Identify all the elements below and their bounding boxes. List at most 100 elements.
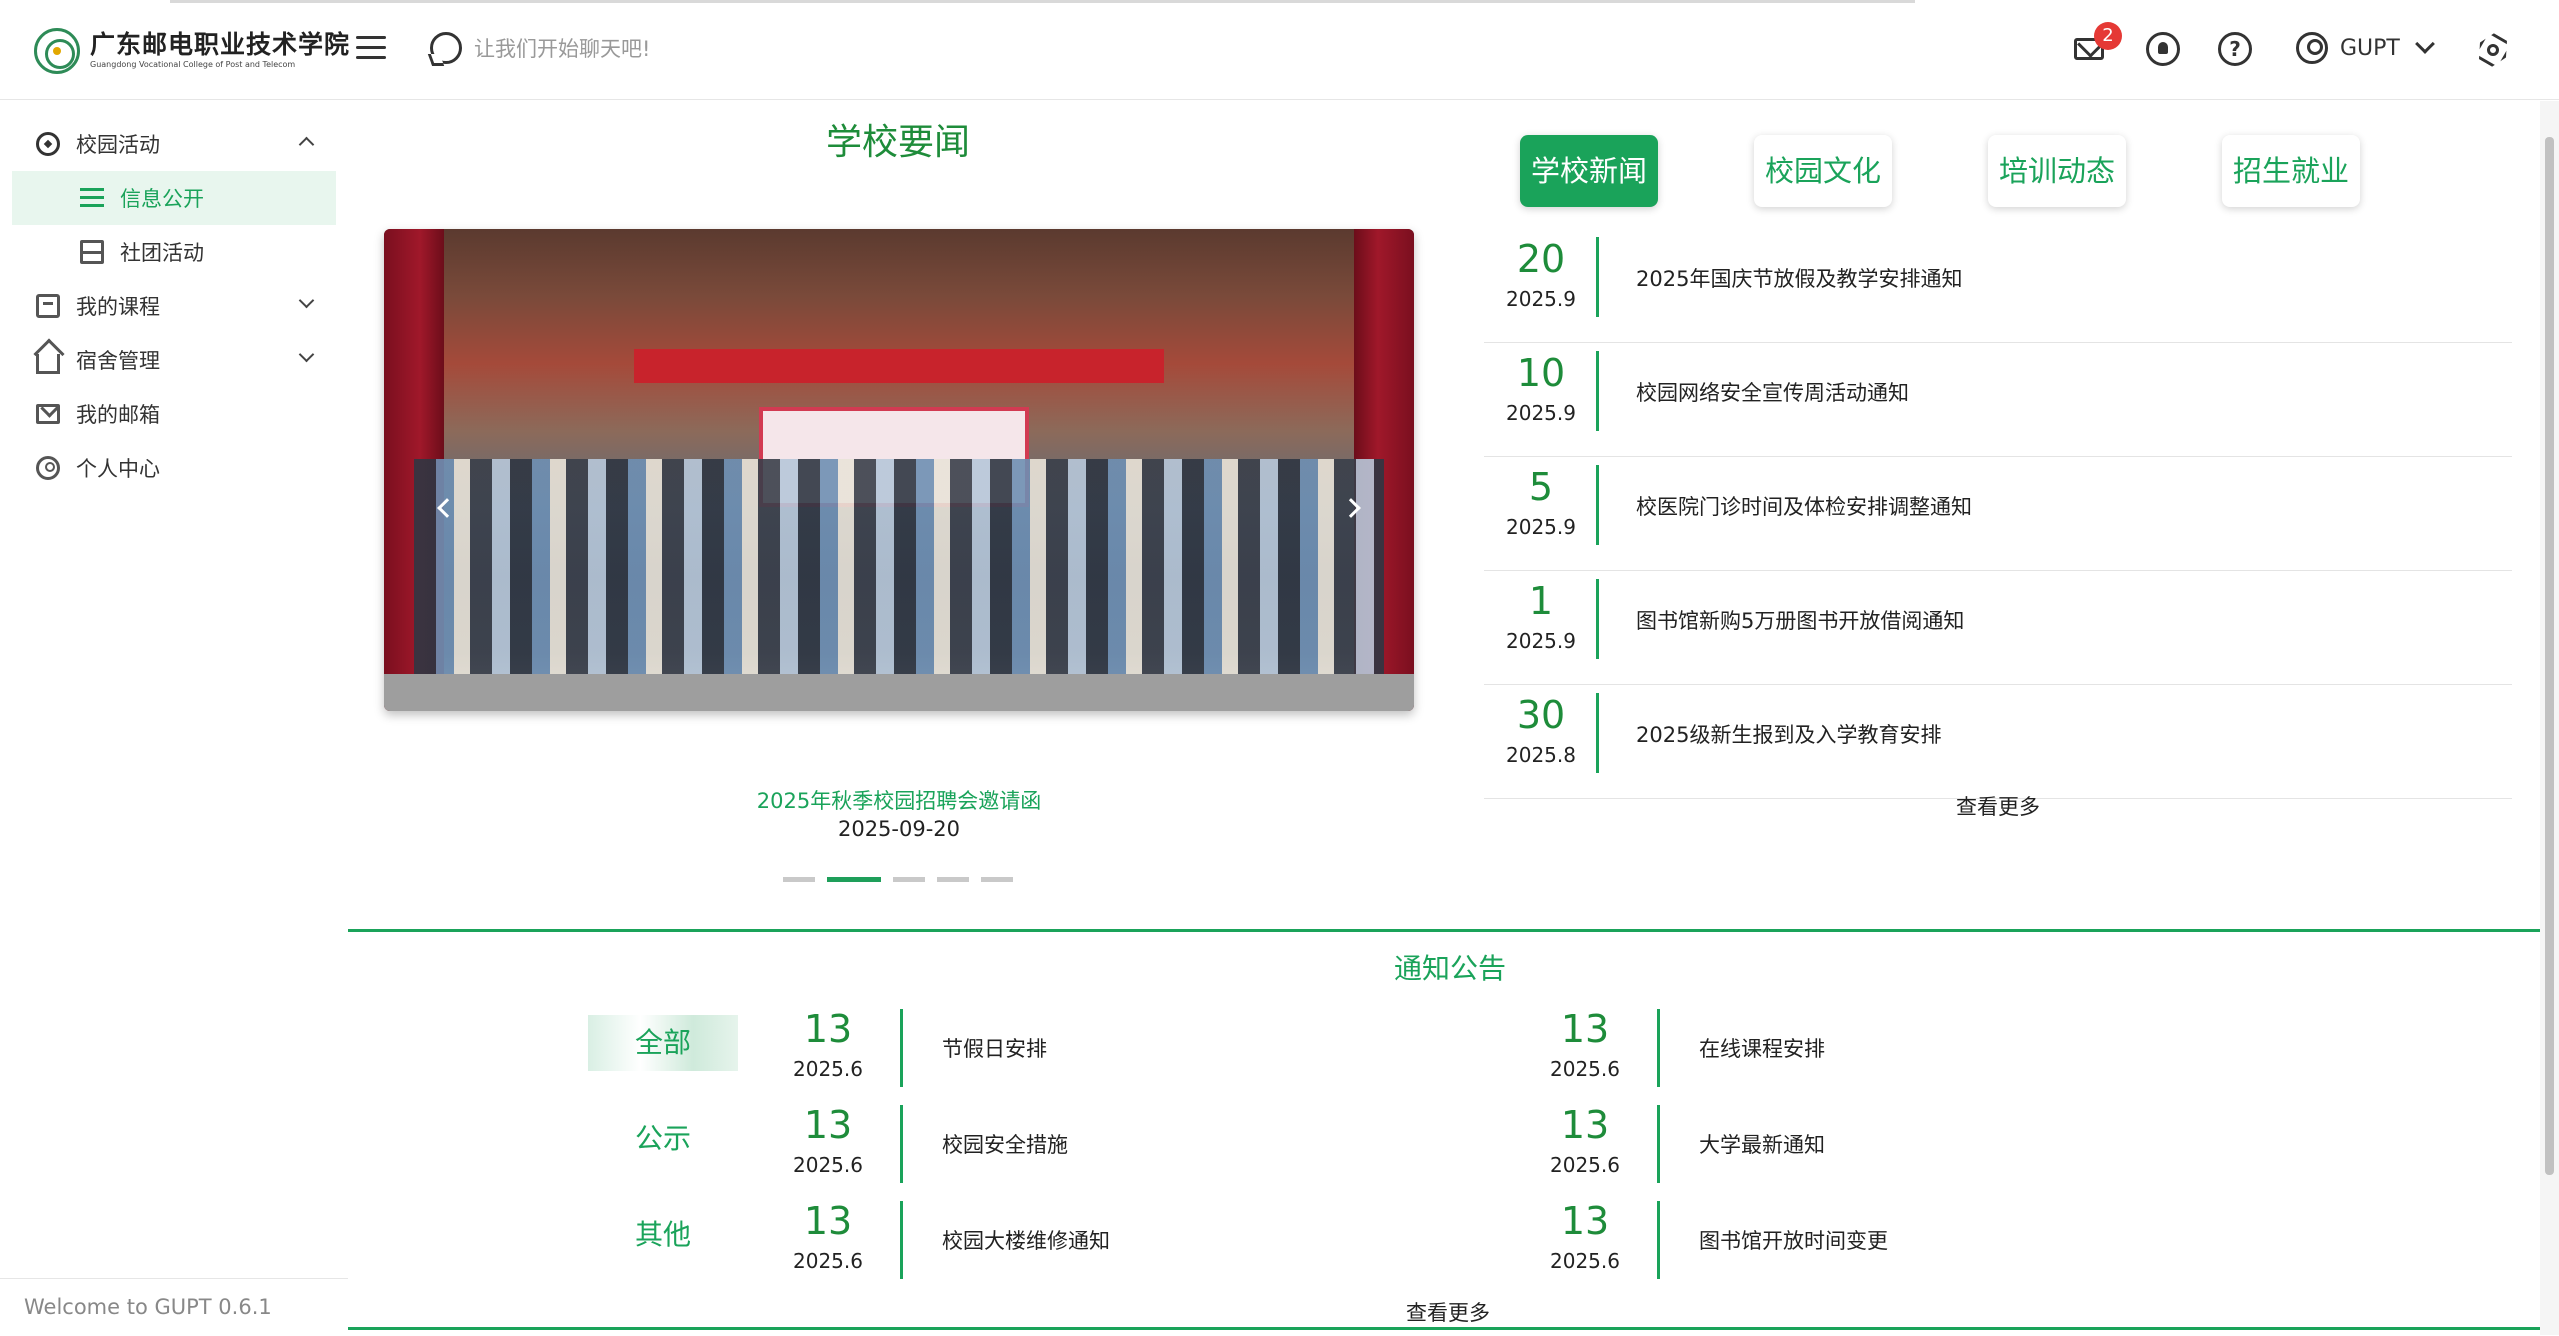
carousel-caption-title[interactable]: 2025年秋季校园招聘会邀请函: [384, 785, 1414, 815]
notice-title[interactable]: 校园安全措施: [942, 1129, 1068, 1159]
sidebar-item-mailbox[interactable]: 我的邮箱: [12, 387, 336, 441]
sidebar-item-campus-activities[interactable]: 校园活动: [12, 117, 336, 171]
list-item[interactable]: 5 2025.9 校医院门诊时间及体检安排调整通知: [1484, 457, 2512, 571]
help-icon[interactable]: ?: [2218, 32, 2252, 66]
page-scrollbar[interactable]: [2540, 101, 2559, 1335]
sidebar-item-info-disclosure[interactable]: 信息公开: [12, 171, 336, 225]
list-item[interactable]: 13 2025.6 校园安全措施: [778, 1103, 1478, 1185]
board-icon: [80, 240, 104, 264]
notice-day: 13: [1560, 1199, 1610, 1243]
tab-training[interactable]: 培训动态: [1988, 135, 2126, 207]
notice-title[interactable]: 在线课程安排: [1699, 1033, 1825, 1063]
notice-title[interactable]: 图书馆开放时间变更: [1699, 1225, 1888, 1255]
carousel-dot-active[interactable]: [827, 877, 881, 882]
notice-title[interactable]: 校园大楼维修通知: [942, 1225, 1110, 1255]
tab-school-news[interactable]: 学校新闻: [1520, 135, 1658, 207]
compass-icon: [36, 132, 60, 156]
scrollbar-thumb[interactable]: [2545, 137, 2554, 1175]
main-content: 学校要闻 2025年秋季校园招聘会邀请函 2025-09-20 学校新闻 校园文…: [348, 101, 2540, 1335]
menu-icon[interactable]: [356, 36, 386, 62]
list-item[interactable]: 20 2025.9 2025年国庆节放假及教学安排通知: [1484, 229, 2512, 343]
sidebar: 校园活动 信息公开 社团活动 我的课程 宿舍管理 我的邮箱 个人中心 Welco…: [0, 101, 348, 1335]
news-title[interactable]: 2025级新生报到及入学教育安排: [1636, 719, 1941, 749]
chevron-down-icon: [298, 292, 315, 309]
tab-admissions[interactable]: 招生就业: [2222, 135, 2360, 207]
list-item[interactable]: 13 2025.6 大学最新通知: [1535, 1103, 2235, 1185]
chevron-down-icon: [298, 346, 315, 363]
chat-icon: [430, 32, 462, 64]
list-item[interactable]: 30 2025.8 2025级新生报到及入学教育安排: [1484, 685, 2512, 799]
notice-title[interactable]: 节假日安排: [942, 1033, 1047, 1063]
news-more-link[interactable]: 查看更多: [1956, 791, 2040, 821]
news-list: 20 2025.9 2025年国庆节放假及教学安排通知 10 2025.9 校园…: [1484, 229, 2512, 799]
tab-campus-culture[interactable]: 校园文化: [1754, 135, 1892, 207]
carousel-dot[interactable]: [937, 877, 969, 882]
chat-placeholder: 让我们开始聊天吧!: [474, 37, 651, 61]
notice-year-month: 2025.6: [793, 1249, 863, 1273]
notice-year-month: 2025.6: [1550, 1153, 1620, 1177]
carousel-dot[interactable]: [783, 877, 815, 882]
notice-category-all[interactable]: 全部: [588, 1015, 738, 1071]
sidebar-item-label: 宿舍管理: [76, 349, 160, 373]
mail-icon[interactable]: 2: [2074, 22, 2122, 66]
notice-year-month: 2025.6: [1550, 1057, 1620, 1081]
list-item[interactable]: 1 2025.9 图书馆新购5万册图书开放借阅通知: [1484, 571, 2512, 685]
chevron-down-icon: [2414, 34, 2435, 54]
github-icon[interactable]: [2146, 32, 2180, 66]
book-icon: [36, 294, 60, 318]
notice-day: 13: [803, 1199, 853, 1243]
notice-day: 13: [1560, 1007, 1610, 1051]
chat-entry[interactable]: 让我们开始聊天吧!: [430, 32, 650, 64]
list-item[interactable]: 13 2025.6 图书馆开放时间变更: [1535, 1199, 2235, 1281]
notice-category-public[interactable]: 公示: [588, 1111, 738, 1167]
notice-year-month: 2025.6: [1550, 1249, 1620, 1273]
sidebar-item-label: 个人中心: [76, 457, 160, 481]
person-icon: [36, 456, 60, 480]
sidebar-item-label: 校园活动: [76, 133, 160, 157]
carousel-dot[interactable]: [893, 877, 925, 882]
sidebar-item-label: 社团活动: [120, 241, 204, 265]
chevron-up-icon: [298, 136, 315, 153]
school-news-title: 学校要闻: [826, 122, 971, 163]
user-icon: [2296, 32, 2328, 64]
mail-badge: 2: [2094, 22, 2122, 50]
notice-category-other[interactable]: 其他: [588, 1207, 738, 1263]
college-logo[interactable]: 广东邮电职业技术学院 Guangdong Vocational College …: [34, 26, 350, 76]
notice-day: 13: [1560, 1103, 1610, 1147]
carousel-dot[interactable]: [981, 877, 1013, 882]
news-carousel[interactable]: [384, 229, 1414, 711]
list-icon: [80, 186, 104, 210]
news-year-month: 2025.8: [1506, 743, 1576, 767]
notices-more-link[interactable]: 查看更多: [1406, 1297, 1490, 1327]
user-menu[interactable]: GUPT: [2296, 32, 2435, 64]
notice-year-month: 2025.6: [793, 1153, 863, 1177]
news-title[interactable]: 2025年国庆节放假及教学安排通知: [1636, 263, 1962, 293]
news-title[interactable]: 校园网络安全宣传周活动通知: [1636, 377, 1909, 407]
carousel-photo-crowd: [414, 459, 1384, 689]
sidebar-item-dorm[interactable]: 宿舍管理: [12, 333, 336, 387]
sidebar-item-courses[interactable]: 我的课程: [12, 279, 336, 333]
news-title[interactable]: 图书馆新购5万册图书开放借阅通知: [1636, 605, 1964, 635]
news-day: 20: [1516, 237, 1566, 281]
sidebar-item-profile[interactable]: 个人中心: [12, 441, 336, 495]
notice-title[interactable]: 大学最新通知: [1699, 1129, 1825, 1159]
sidebar-item-label: 信息公开: [120, 187, 204, 211]
home-icon: [36, 354, 60, 374]
list-item[interactable]: 13 2025.6 校园大楼维修通知: [778, 1199, 1478, 1281]
news-day: 10: [1516, 351, 1566, 395]
sidebar-item-clubs[interactable]: 社团活动: [12, 225, 336, 279]
top-bar: 广东邮电职业技术学院 Guangdong Vocational College …: [0, 0, 2559, 100]
list-item[interactable]: 13 2025.6 在线课程安排: [1535, 1007, 2235, 1089]
news-year-month: 2025.9: [1506, 287, 1576, 311]
news-year-month: 2025.9: [1506, 515, 1576, 539]
notice-year-month: 2025.6: [793, 1057, 863, 1081]
news-title[interactable]: 校医院门诊时间及体检安排调整通知: [1636, 491, 1972, 521]
notices-title: 通知公告: [1394, 952, 1507, 985]
list-item[interactable]: 13 2025.6 节假日安排: [778, 1007, 1478, 1089]
list-item[interactable]: 10 2025.9 校园网络安全宣传周活动通知: [1484, 343, 2512, 457]
settings-icon-center: [2487, 44, 2499, 56]
user-name: GUPT: [2340, 35, 2400, 61]
news-day: 30: [1516, 693, 1566, 737]
carousel-indicators: [783, 877, 1013, 882]
carousel-photo-banner: [634, 349, 1164, 383]
